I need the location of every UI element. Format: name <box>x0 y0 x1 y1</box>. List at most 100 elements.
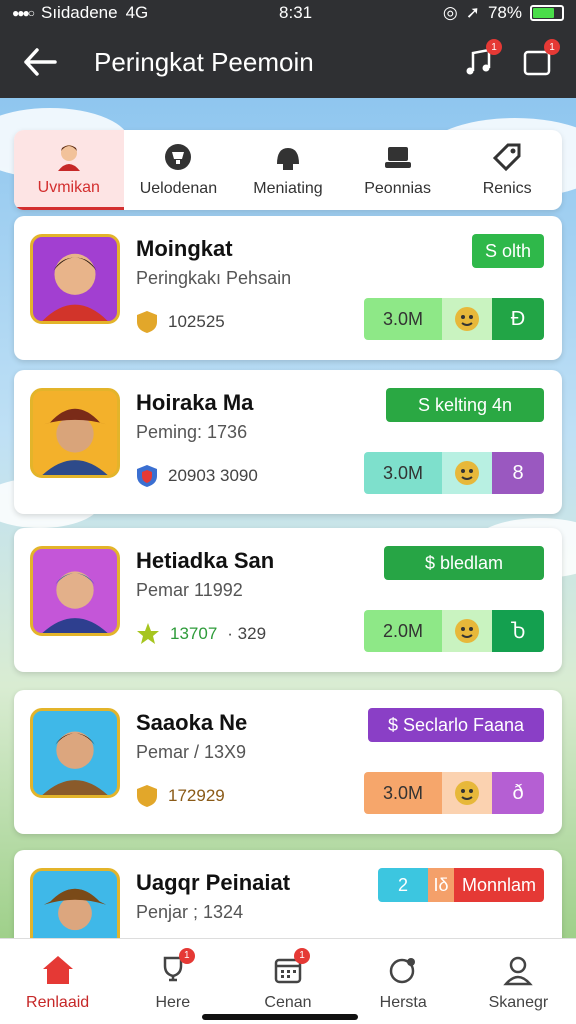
location-icon: ➚ <box>465 3 480 22</box>
player-subtitle: Peringkakı Pehsain <box>136 268 292 288</box>
clock: 8:31 <box>279 3 313 22</box>
tab-meniating[interactable]: Meniating <box>233 130 343 210</box>
page-title: Peringkat Peemoin <box>94 46 314 77</box>
music-badge: 1 <box>486 39 502 55</box>
nav-cenan[interactable]: 1 Cenan <box>230 939 345 1024</box>
stat-action-icon[interactable]: ð <box>492 772 544 814</box>
rank-badge-group: 2 Iδ Monnlam <box>378 868 544 902</box>
trophy-badge-icon: 1 <box>155 947 195 988</box>
player-avatar <box>30 234 120 324</box>
score-value: 172929 <box>168 786 225 805</box>
nav-badge: 1 <box>178 947 195 964</box>
player-card[interactable]: Saaoka Ne Pemar / 13X9 172929 $ Seclarlo… <box>14 690 562 834</box>
signal-icon: ●●●○ <box>12 6 35 20</box>
rank-badge: Monnlam <box>454 868 544 902</box>
stat-action-icon[interactable]: 8 <box>492 452 544 494</box>
player-score: 13707 · 329 <box>136 622 266 646</box>
tab-renics[interactable]: Renics <box>452 130 562 210</box>
rank-sub: Iδ <box>428 868 454 902</box>
nav-label: Cenan <box>264 993 312 1011</box>
tab-peonnias[interactable]: Peonnias <box>343 130 453 210</box>
rank-badge: S kelting 4n <box>386 388 544 422</box>
back-button[interactable] <box>0 26 80 98</box>
player-score: 20903 3090 <box>136 464 258 488</box>
nav-label: Hersta <box>379 993 427 1011</box>
category-tabs: Uvmikan Uelodenan Meniating Peonnias Ren… <box>14 130 562 210</box>
bottom-nav: Renlaaid 1 Here 1 Cenan Hersta Skanegr <box>0 938 576 1024</box>
player-name: Saaoka Ne <box>136 710 248 735</box>
alerts-badge: 1 <box>544 39 560 55</box>
user-icon <box>500 952 536 988</box>
player-avatar <box>30 546 120 636</box>
tab-label: Uvmikan <box>37 178 100 196</box>
nav-here[interactable]: 1 Here <box>115 939 230 1024</box>
battery-percent: 78% <box>487 3 522 22</box>
tab-uelodenan[interactable]: Uelodenan <box>124 130 234 210</box>
stat-value: 3.0M <box>364 772 442 814</box>
group-icon <box>384 147 411 168</box>
player-name: Moingkat <box>136 236 233 261</box>
player-name: Uagqr Peinaiat <box>136 870 291 895</box>
calendar-icon: 1 <box>270 947 310 988</box>
player-avatar <box>30 708 120 798</box>
face-icon <box>442 610 492 652</box>
alerts-button[interactable]: 1 <box>520 39 560 79</box>
face-icon <box>442 772 492 814</box>
status-bar: ●●●○ Sıidadene 4G 8:31 ◎ ➚ 78% <box>0 0 576 26</box>
helmet-icon <box>276 148 299 170</box>
shield-icon <box>137 311 157 333</box>
tab-label: Renics <box>482 180 532 197</box>
tag-icon <box>493 143 521 172</box>
tab-label: Meniating <box>253 180 323 197</box>
player-card[interactable]: Uagqr Peinaiat Penjar ; 1324 2 Iδ Monnla… <box>14 850 562 950</box>
alarm-icon: ◎ <box>442 3 458 22</box>
player-card[interactable]: Moingkat Peringkakı Pehsain 102525 S olt… <box>14 216 562 360</box>
rank-badge: S olth <box>472 234 544 268</box>
back-arrow-icon <box>24 48 57 76</box>
stat-bar: 3.0M 8 <box>364 452 544 494</box>
stat-action-icon[interactable]: Ð <box>492 298 544 340</box>
nav-label: Skanegr <box>488 993 549 1011</box>
nav-hersta[interactable]: Hersta <box>346 939 461 1024</box>
app-header: Peringkat Peemoin 1 1 <box>0 26 576 98</box>
stat-value: 3.0M <box>364 452 442 494</box>
player-name: Hoiraka Ma <box>136 390 254 415</box>
star-icon <box>137 623 159 644</box>
globe-pin-icon <box>385 952 421 988</box>
face-icon <box>442 298 492 340</box>
nav-skanegr[interactable]: Skanegr <box>461 939 576 1024</box>
nav-renlaaid[interactable]: Renlaaid <box>0 939 115 1024</box>
face-icon <box>442 452 492 494</box>
stat-bar: 2.0M Ⴆ <box>364 610 544 652</box>
player-subtitle: Pemar / 13X9 <box>136 742 247 762</box>
player-score: 102525 <box>136 310 225 334</box>
player-subtitle: Pemar 11992 <box>136 580 243 600</box>
stat-value: 3.0M <box>364 298 442 340</box>
music-button[interactable]: 1 <box>462 39 502 79</box>
nav-badge: 1 <box>294 947 310 964</box>
nav-label: Here <box>155 993 191 1011</box>
network-label: 4G <box>125 3 149 22</box>
avatar-icon <box>57 144 80 171</box>
shield-gold-icon <box>137 785 157 807</box>
score-value: 20903 3090 <box>168 466 258 485</box>
player-subtitle: Peming: 1736 <box>136 422 248 442</box>
stat-bar: 3.0M ð <box>364 772 544 814</box>
home-icon <box>40 952 76 988</box>
rank-number: 2 <box>378 868 428 902</box>
score-extra: · 329 <box>227 624 267 643</box>
player-card[interactable]: Hoiraka Ma Peming: 1736 20903 3090 S kel… <box>14 370 562 514</box>
rank-badge: $ Seclarlo Faana <box>368 708 544 742</box>
tab-uvmikan[interactable]: Uvmikan <box>14 130 124 210</box>
score-value: 13707 <box>170 624 218 643</box>
player-score: 172929 <box>136 784 225 808</box>
home-indicator[interactable] <box>202 1014 358 1020</box>
trophy-icon <box>165 144 192 170</box>
carrier-label: Sıidadene <box>41 3 118 22</box>
tab-label: Uelodenan <box>139 180 218 197</box>
stat-action-icon[interactable]: Ⴆ <box>492 610 544 652</box>
player-card[interactable]: Hetiadka San Pemar 11992 13707 · 329 $ b… <box>14 528 562 672</box>
nav-label: Renlaaid <box>26 993 90 1011</box>
shield-blue-icon <box>137 465 157 487</box>
player-name: Hetiadka San <box>136 548 275 573</box>
